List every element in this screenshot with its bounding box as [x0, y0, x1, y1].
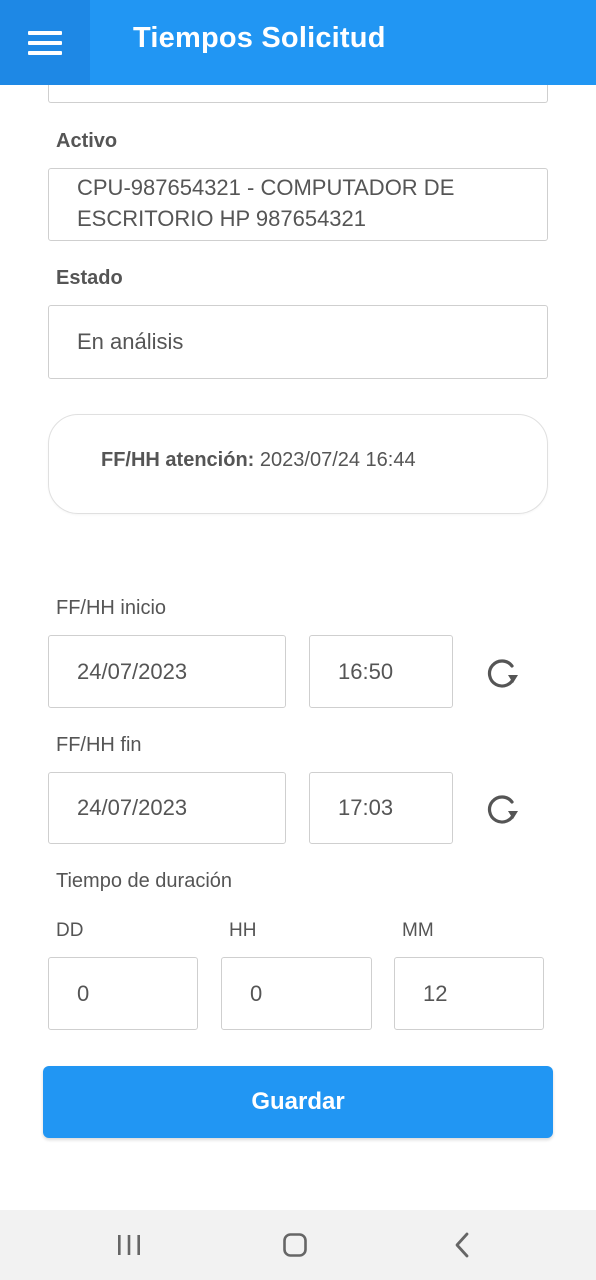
- inicio-time-input[interactable]: 16:50: [309, 635, 453, 708]
- back-icon[interactable]: [442, 1228, 482, 1262]
- estado-value: En análisis: [77, 329, 184, 354]
- inicio-date-input[interactable]: 24/07/2023: [48, 635, 286, 708]
- hh-input[interactable]: 0: [221, 957, 372, 1030]
- save-button[interactable]: Guardar: [43, 1066, 553, 1138]
- atencion-label: FF/HH atención:: [101, 449, 255, 471]
- app-bar: Tiempos Solicitud: [0, 0, 596, 85]
- atencion-value: 2023/07/24 16:44: [259, 449, 416, 471]
- atencion-card: FF/HH atención: 2023/07/24 16:44: [48, 414, 548, 514]
- activo-field[interactable]: CPU-987654321 - COMPUTADOR DE ESCRITORIO…: [48, 168, 548, 241]
- activo-value: CPU-987654321 - COMPUTADOR DE ESCRITORIO…: [77, 175, 455, 231]
- fin-label: FF/HH fin: [56, 734, 142, 756]
- estado-label: Estado: [56, 267, 123, 289]
- menu-button[interactable]: [0, 0, 90, 85]
- dd-input[interactable]: 0: [48, 957, 198, 1030]
- home-icon[interactable]: [275, 1228, 315, 1262]
- hamburger-menu-icon: [28, 30, 62, 55]
- inicio-date-value: 24/07/2023: [77, 658, 188, 684]
- recent-apps-icon[interactable]: [109, 1228, 149, 1262]
- inicio-label: FF/HH inicio: [56, 597, 167, 619]
- activo-label: Activo: [56, 130, 118, 152]
- estado-field[interactable]: En análisis: [48, 305, 548, 379]
- fin-date-value: 24/07/2023: [77, 795, 188, 820]
- dd-label: DD: [56, 920, 84, 941]
- scrolled-field[interactable]: [48, 85, 548, 103]
- hh-value: 0: [250, 980, 263, 1006]
- fin-time-input[interactable]: 17:03: [309, 772, 453, 844]
- refresh-icon[interactable]: [481, 653, 521, 693]
- hh-label: HH: [229, 920, 257, 941]
- mm-input[interactable]: 12: [394, 957, 544, 1030]
- inicio-time-value: 16:50: [338, 658, 394, 684]
- system-nav-bar: [0, 1210, 596, 1280]
- dd-value: 0: [77, 980, 90, 1006]
- fin-time-value: 17:03: [338, 795, 394, 820]
- fin-date-input[interactable]: 24/07/2023: [48, 772, 286, 844]
- refresh-icon[interactable]: [481, 789, 521, 829]
- atencion-line: FF/HH atención: 2023/07/24 16:44: [101, 449, 416, 472]
- page-title: Tiempos Solicitud: [133, 22, 386, 54]
- mm-value: 12: [423, 980, 448, 1006]
- duracion-label: Tiempo de duración: [56, 870, 233, 892]
- mm-label: MM: [402, 920, 434, 941]
